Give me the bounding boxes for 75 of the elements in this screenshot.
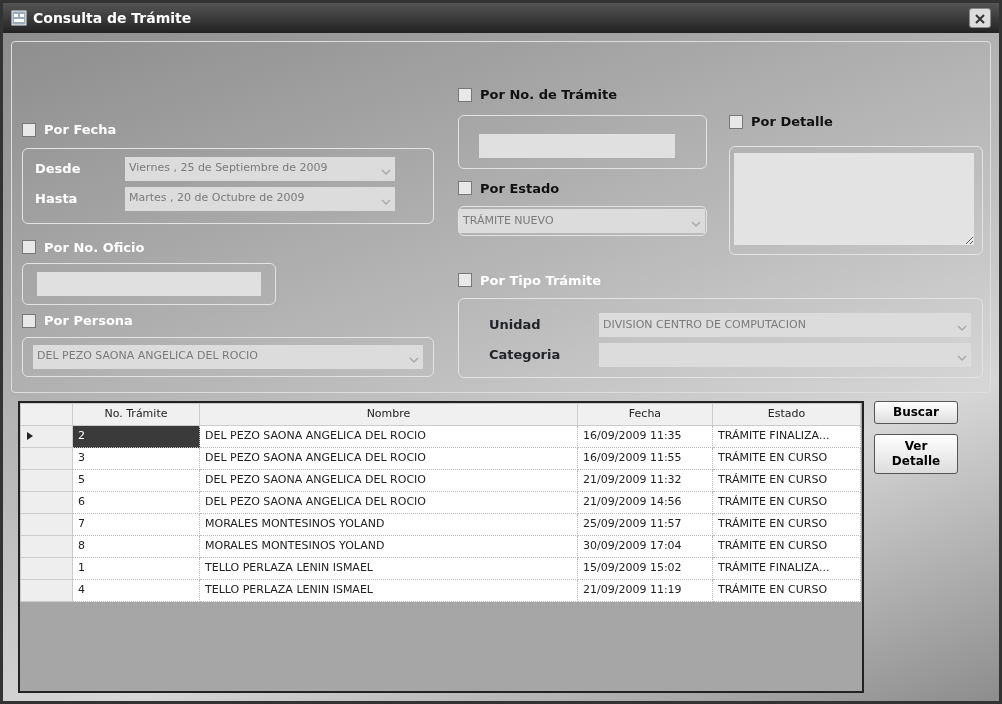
- action-button[interactable]: Buscar: [874, 401, 958, 424]
- table-cell: TRÁMITE EN CURSO: [712, 513, 861, 536]
- action-button[interactable]: Ver Detalle: [874, 434, 958, 474]
- table-cell: TRÁMITE EN CURSO: [712, 579, 861, 602]
- column-header: No. Trámite: [72, 403, 200, 426]
- checkbox[interactable]: [458, 87, 472, 102]
- table-cell: MORALES MONTESINOS YOLAND: [199, 535, 578, 558]
- table-cell: TELLO PERLAZA LENIN ISMAEL: [199, 579, 578, 602]
- table-cell: 1: [72, 557, 200, 580]
- table-cell: 15/09/2009 15:02: [577, 557, 713, 580]
- checkbox-label: Por No. Oficio: [44, 238, 145, 257]
- row-header[interactable]: [20, 513, 73, 536]
- dropdown-field[interactable]: Viernes , 25 de Septiembre de 2009: [125, 156, 395, 181]
- table-cell: TRÁMITE EN CURSO: [712, 491, 861, 514]
- checkbox[interactable]: [22, 313, 36, 328]
- table-cell: DEL PEZO SAONA ANGELICA DEL ROCIO: [199, 447, 578, 470]
- table-cell: 4: [72, 579, 200, 602]
- window-title: Consulta de Trámite: [33, 8, 192, 28]
- row-header[interactable]: [20, 469, 73, 492]
- column-header: Estado: [712, 403, 861, 426]
- field-label: Desde: [35, 159, 82, 178]
- checkbox-label: Por Tipo Trámite: [480, 271, 602, 290]
- table-cell: 21/09/2009 14:56: [577, 491, 713, 514]
- close-icon: [975, 14, 985, 24]
- table-cell: TRÁMITE FINALIZA...: [712, 425, 861, 448]
- dropdown-field[interactable]: DIVISION CENTRO DE COMPUTACION: [599, 313, 971, 337]
- checkbox-label: Por Persona: [44, 312, 133, 330]
- table-cell: 7: [72, 513, 200, 536]
- checkbox-label: Por No. de Trámite: [480, 86, 617, 104]
- field-label: Categoria: [489, 346, 562, 365]
- checkbox[interactable]: [458, 273, 472, 288]
- table-cell: 21/09/2009 11:32: [577, 469, 713, 492]
- row-header[interactable]: [20, 535, 73, 558]
- row-header[interactable]: [20, 557, 73, 580]
- checkbox[interactable]: [729, 114, 743, 129]
- table-cell: TRÁMITE EN CURSO: [712, 447, 861, 470]
- window-icon: [11, 10, 27, 26]
- table-cell: TRÁMITE FINALIZA...: [712, 557, 861, 580]
- table-cell: DEL PEZO SAONA ANGELICA DEL ROCIO: [199, 469, 578, 492]
- table-cell: 30/09/2009 17:04: [577, 535, 713, 558]
- row-header[interactable]: [20, 579, 73, 602]
- checkbox[interactable]: [22, 240, 36, 255]
- dropdown-field[interactable]: TRÁMITE NUEVO: [459, 209, 705, 233]
- checkbox-label: Por Fecha: [44, 121, 117, 139]
- table-cell: 5: [72, 469, 200, 492]
- checkbox-label: Por Estado: [480, 179, 560, 198]
- row-header[interactable]: [20, 491, 73, 514]
- table-cell: TELLO PERLAZA LENIN ISMAEL: [199, 557, 578, 580]
- checkbox[interactable]: [22, 122, 36, 137]
- dropdown-field[interactable]: Martes , 20 de Octubre de 2009: [125, 186, 395, 211]
- table-cell: TRÁMITE EN CURSO: [712, 535, 861, 558]
- table-cell: 16/09/2009 11:55: [577, 447, 713, 470]
- table-cell: DEL PEZO SAONA ANGELICA DEL ROCIO: [199, 425, 578, 448]
- table-cell: 21/09/2009 11:19: [577, 579, 713, 602]
- checkbox[interactable]: [458, 181, 472, 196]
- row-pointer-icon: [26, 431, 34, 442]
- field-label: Unidad: [489, 316, 542, 335]
- table-cell: DEL PEZO SAONA ANGELICA DEL ROCIO: [199, 491, 578, 514]
- close-button[interactable]: [969, 8, 991, 28]
- column-header: Nombre: [199, 403, 578, 426]
- row-header[interactable]: [20, 447, 73, 470]
- table-cell: 16/09/2009 11:35: [577, 425, 713, 448]
- checkbox-label: Por Detalle: [751, 113, 833, 131]
- dropdown-field[interactable]: DEL PEZO SAONA ANGELICA DEL ROCIO: [33, 344, 423, 369]
- field-label: Hasta: [35, 189, 79, 208]
- row-header-corner: [20, 403, 73, 426]
- table-cell: 6: [72, 491, 200, 514]
- table-cell: TRÁMITE EN CURSO: [712, 469, 861, 492]
- dropdown-field[interactable]: [599, 343, 971, 367]
- table-cell: 25/09/2009 11:57: [577, 513, 713, 536]
- row-header[interactable]: [20, 425, 73, 448]
- table-cell: MORALES MONTESINOS YOLAND: [199, 513, 578, 536]
- table-cell: 8: [72, 535, 200, 558]
- column-header: Fecha: [577, 403, 713, 426]
- table-cell: 3: [72, 447, 200, 470]
